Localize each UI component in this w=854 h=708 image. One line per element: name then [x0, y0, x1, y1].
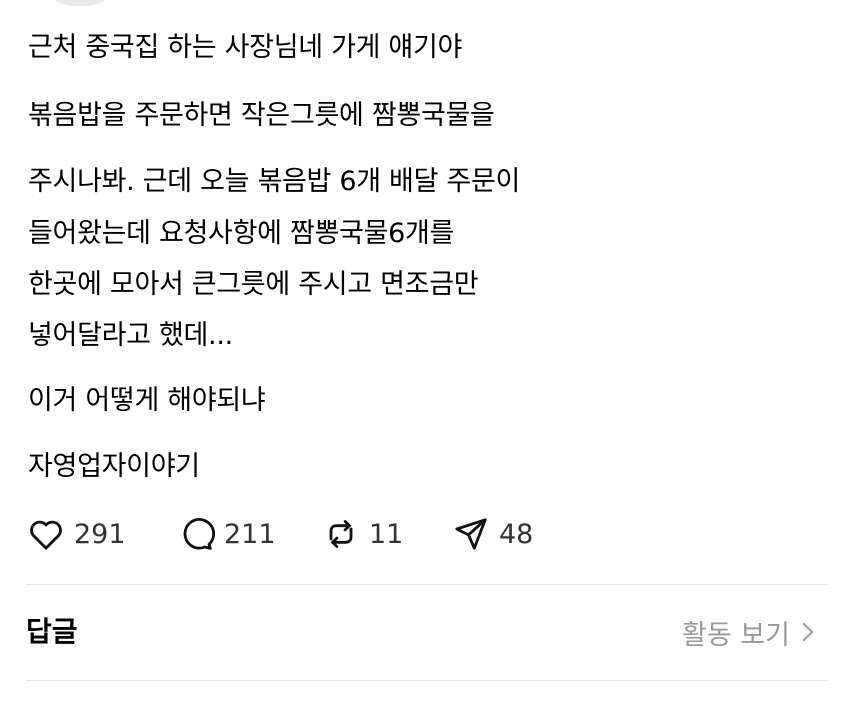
post-line: 근처 중국집 하는 사장님네 가게 얘기야 [28, 32, 463, 63]
share-icon [455, 518, 487, 550]
view-activity-label: 활동 보기 [682, 619, 790, 651]
share-count: 48 [499, 518, 534, 550]
like-count: 291 [74, 518, 126, 550]
share-button[interactable]: 48 [451, 512, 533, 556]
replies-title: 답글 [26, 615, 78, 648]
repost-icon [329, 520, 353, 548]
view-activity-link[interactable]: 활동 보기 [682, 612, 816, 652]
divider [26, 584, 828, 585]
like-button[interactable]: 291 [26, 512, 176, 556]
repost-count: 11 [369, 518, 404, 550]
post-line: 주시나봐. 근데 오늘 볶음밥 6개 배달 주문이 [28, 166, 521, 197]
post-line: 이거 어떻게 해야되냐 [28, 385, 266, 416]
author-avatar[interactable] [40, 0, 120, 12]
avatar-image [40, 0, 120, 6]
post-actions: 291 211 11 48 [26, 512, 533, 556]
post-line: 넣어달라고 했데... [28, 320, 233, 351]
chevron-right-icon [803, 623, 813, 641]
post-line: 자영업자이야기 [28, 451, 200, 482]
post-line: 볶음밥을 주문하면 작은그릇에 짬뽕국물을 [28, 100, 495, 131]
heart-icon [30, 520, 62, 550]
post-line: 한곳에 모아서 큰그릇에 주시고 면조금만 [28, 269, 479, 300]
comment-icon [183, 518, 216, 550]
divider [26, 680, 828, 681]
repost-button[interactable]: 11 [321, 512, 451, 556]
post-line: 들어왔는데 요청사항에 짬뽕국물6개를 [28, 218, 455, 249]
comment-count: 211 [224, 518, 276, 550]
comment-button[interactable]: 211 [176, 512, 321, 556]
